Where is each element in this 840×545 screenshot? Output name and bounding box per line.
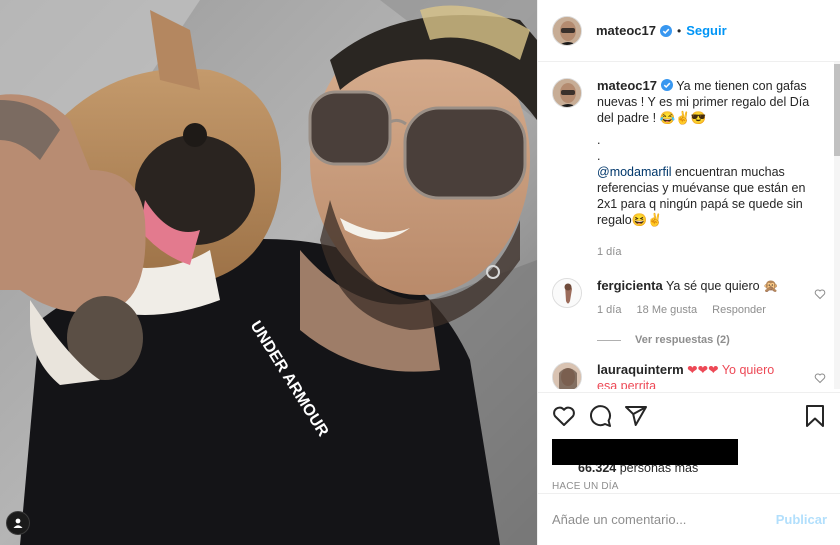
avatar-photo [553, 16, 581, 45]
verified-badge-icon [660, 79, 673, 91]
caption-dot-1: . [597, 133, 601, 147]
reply-button[interactable]: Responder [712, 304, 766, 316]
post-sidebar: mateoc17 • Seguir mateoc17 Ya me tienen … [537, 0, 840, 545]
tagged-users-button[interactable] [6, 511, 30, 535]
comment-bubble-icon[interactable] [588, 404, 612, 428]
post-timestamp[interactable]: HACE UN DÍA [552, 481, 827, 492]
likes-summary: 66.324 personas más [552, 439, 827, 475]
caption-text: mateoc17 Ya me tienen con gafas nuevas !… [597, 78, 812, 260]
separator-dot: • [676, 23, 682, 38]
heart-icon[interactable] [814, 372, 826, 384]
comment-username[interactable]: fergicienta [597, 278, 663, 293]
comments-list: mateoc17 Ya me tienen con gafas nuevas !… [538, 62, 840, 389]
caption-meta: 1 día [597, 244, 812, 260]
commenter-avatar[interactable] [552, 362, 582, 389]
caption-author-avatar[interactable] [552, 78, 582, 108]
photo-selfie-with-dog: UNDER ARMOUR [0, 0, 537, 545]
view-replies-button[interactable]: Ver respuestas (2) [597, 334, 826, 346]
avatar-photo [553, 279, 581, 307]
comment-username[interactable]: lauraquinterm [597, 362, 684, 377]
comment-likes[interactable]: 18 Me gusta [637, 304, 698, 316]
caption-dot-2: . [597, 149, 601, 163]
publish-button[interactable]: Publicar [776, 512, 827, 527]
paper-plane-icon[interactable] [624, 404, 648, 428]
user-icon [13, 518, 23, 528]
comment-text: Ya sé que quiero 🙊 [666, 279, 779, 293]
comment-meta: 1 día 18 Me gusta Responder [597, 302, 797, 318]
mention-link[interactable]: @modamarfil [597, 165, 672, 179]
author-username[interactable]: mateoc17 [596, 23, 656, 38]
caption-time[interactable]: 1 día [597, 246, 621, 258]
redaction-bar [552, 439, 738, 465]
comment-item: fergicienta Ya sé que quiero 🙊 1 día 18 … [552, 278, 826, 318]
commenter-avatar[interactable] [552, 278, 582, 308]
caption: mateoc17 Ya me tienen con gafas nuevas !… [552, 78, 826, 260]
author-avatar[interactable] [552, 15, 582, 46]
post-header: mateoc17 • Seguir [538, 0, 840, 62]
comment-body: lauraquinterm ❤❤❤ Yo quiero esa perrita [597, 362, 797, 389]
avatar-photo [553, 363, 581, 389]
follow-button[interactable]: Seguir [686, 23, 726, 38]
view-replies-label: Ver respuestas (2) [635, 334, 730, 346]
heart-icon[interactable] [552, 404, 576, 428]
post-actions: 66.324 personas más HACE UN DÍA [538, 392, 840, 492]
action-icons [552, 403, 827, 429]
comment-time[interactable]: 1 día [597, 304, 621, 316]
comment-body: fergicienta Ya sé que quiero 🙊 1 día 18 … [597, 278, 797, 318]
instagram-post: UNDER ARMOUR mateoc17 • Seguir mateoc17 … [0, 0, 840, 545]
caption-username[interactable]: mateoc17 [597, 78, 657, 93]
replies-divider [597, 339, 621, 341]
post-image[interactable]: UNDER ARMOUR [0, 0, 537, 545]
verified-badge-icon [659, 24, 672, 37]
comment-input[interactable] [552, 512, 776, 527]
avatar-photo [553, 79, 581, 107]
heart-icon[interactable] [814, 288, 826, 300]
comment-item: lauraquinterm ❤❤❤ Yo quiero esa perrita [552, 362, 826, 389]
bookmark-icon[interactable] [803, 404, 827, 428]
add-comment-bar: Publicar [538, 493, 840, 545]
